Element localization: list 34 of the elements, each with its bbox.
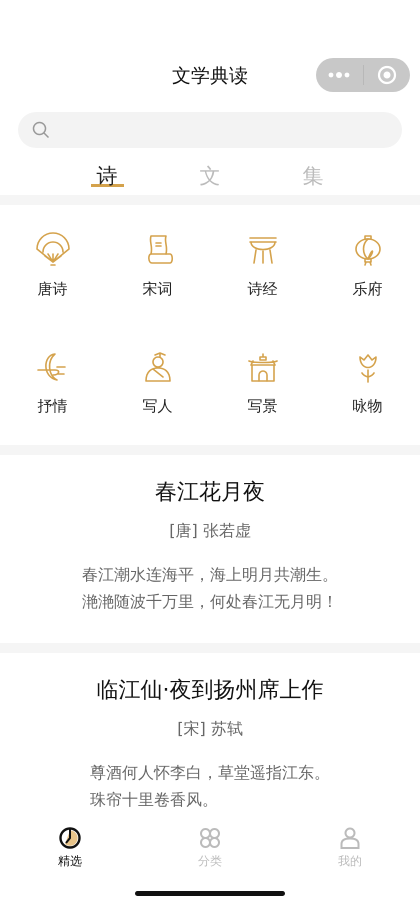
user-icon — [338, 826, 362, 850]
poem-author: [唐] 张若虚 — [169, 521, 251, 542]
category-item[interactable]: 写景 — [210, 349, 315, 427]
category-item[interactable]: 诗经 — [210, 232, 315, 310]
poem-line: 春江潮水连海平，海上明月共潮生。 — [82, 565, 338, 584]
page-title: 文学典读 — [172, 64, 248, 89]
tab[interactable]: 诗 — [90, 148, 124, 187]
search-field[interactable] — [18, 112, 402, 148]
search-icon — [32, 121, 50, 139]
grid-icon — [198, 826, 222, 850]
category-label: 诗经 — [248, 280, 278, 299]
category-label: 咏物 — [352, 397, 382, 416]
category-item[interactable]: 抒情 — [0, 349, 105, 427]
category-item[interactable]: 咏物 — [315, 349, 420, 427]
category-label: 写景 — [248, 397, 278, 416]
category-label: 宋词 — [142, 280, 172, 299]
category-item[interactable]: 乐府 — [315, 232, 420, 310]
poem-line: 珠帘十里卷香风。 — [90, 790, 219, 809]
poem-author: [宋] 苏轼 — [177, 719, 243, 740]
tab-bar-item[interactable]: 精选 — [0, 819, 140, 877]
category-item[interactable]: 唐诗 — [0, 232, 105, 310]
category-label: 抒情 — [38, 397, 68, 416]
category-label: 乐府 — [352, 280, 382, 299]
category-label: 唐诗 — [38, 280, 68, 299]
poem-line: 滟滟随波千万里，何处春江无月明！ — [82, 592, 338, 611]
category-label: 写人 — [142, 397, 172, 416]
target-icon — [376, 65, 397, 85]
poem-title[interactable]: 临江仙·夜到扬州席上作 — [96, 675, 324, 705]
poem-title[interactable]: 春江花月夜 — [155, 477, 265, 507]
clock-icon — [58, 826, 82, 850]
more-icon — [328, 72, 350, 78]
category-item[interactable]: 宋词 — [105, 232, 210, 310]
category-item[interactable]: 写人 — [105, 349, 210, 427]
poem-line: 尊酒何人怀李白，草堂遥指江东。 — [90, 763, 330, 782]
